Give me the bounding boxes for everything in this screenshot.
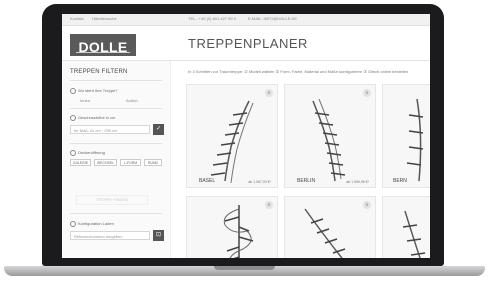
step-1-icon <box>70 88 76 94</box>
laptop-screen: Kontakt Händlersuche TEL.: +49 (0) 601 4… <box>62 14 430 258</box>
chip-l-form[interactable]: L-FORM <box>120 159 141 166</box>
question-load-config: Konfiguration Laden <box>70 221 114 227</box>
logo-underline <box>76 52 130 53</box>
zoom-icon[interactable]: ⌕ <box>265 201 273 209</box>
stair-illustration-berlin <box>312 98 346 182</box>
option-inside[interactable]: Innen <box>80 98 90 103</box>
product-card-basel[interactable]: ⌕ BASEL ab 1.067,00 €* <box>186 84 278 188</box>
product-card[interactable]: ⌕ <box>284 196 376 258</box>
intro-steps-text: In 3 Schritten zur Traumtreppe: ① Modell… <box>188 69 409 74</box>
product-name: BERN <box>393 178 407 184</box>
filter-sidebar: TREPPEN FILTERN Wo steht Ihre Treppe? In… <box>62 61 171 258</box>
step-3-icon <box>70 150 76 156</box>
floor-height-confirm-button[interactable]: ✓ <box>153 124 164 135</box>
sidebar-divider <box>70 143 162 144</box>
question-location: Wo steht Ihre Treppe? <box>70 88 118 94</box>
product-price: ab 1.067,00 €* <box>248 180 271 184</box>
chip-rund[interactable]: RUND <box>144 159 162 166</box>
topbar-link-contact[interactable]: Kontakt <box>70 16 84 21</box>
filter-title: TREPPEN FILTERN <box>70 69 128 75</box>
product-name: BASEL <box>199 178 216 184</box>
zoom-icon[interactable]: ⌕ <box>363 201 371 209</box>
zoom-icon[interactable]: ⌕ <box>265 89 273 97</box>
dolle-logo[interactable]: DOLLE <box>70 34 136 56</box>
reference-number-input[interactable]: Referenznummer eingeben <box>70 231 150 240</box>
product-name: BERLIN <box>297 178 316 184</box>
chip-wechsel[interactable]: WECHSEL <box>94 159 117 166</box>
laptop-notch <box>214 266 275 270</box>
product-card-bern[interactable]: BERN <box>382 84 430 188</box>
topbar-link-dealer[interactable]: Händlersuche <box>92 16 117 21</box>
stair-illustration-bern <box>406 98 424 182</box>
sidebar-divider <box>70 213 162 214</box>
floor-height-input[interactable]: Ihr Maß: 0x cm - 299 cm <box>70 125 150 134</box>
question-floor-height: Geschosshöhe in cm <box>70 115 115 121</box>
stair-illustration <box>402 210 426 258</box>
zoom-icon[interactable]: ⌕ <box>363 89 371 97</box>
load-config-button[interactable]: ⊡ <box>153 230 164 241</box>
product-card-berlin[interactable]: ⌕ BERLIN ab 1.959,95 €* <box>284 84 376 188</box>
question-ceiling-opening: Deckenöffnung <box>70 150 105 156</box>
product-price: ab 1.959,95 €* <box>346 180 369 184</box>
topbar-phone: TEL.: +49 (0) 601 427 99 0 <box>188 16 236 21</box>
chip-galerie[interactable]: GALERIE <box>70 159 91 166</box>
product-card[interactable] <box>382 196 430 258</box>
page-title: TREPPENPLANER <box>188 36 308 51</box>
product-card[interactable]: ⌕ <box>186 196 278 258</box>
sidebar-divider <box>70 108 162 109</box>
top-bar: Kontakt Händlersuche TEL.: +49 (0) 601 4… <box>62 14 430 26</box>
step-2-icon <box>70 115 76 121</box>
step-4-icon <box>70 221 76 227</box>
sidebar-divider <box>70 80 162 81</box>
option-outside[interactable]: Außen <box>126 98 138 103</box>
stair-illustration-basel <box>210 100 254 184</box>
find-stairs-button[interactable]: TREPPE FINDEN <box>76 195 148 205</box>
topbar-email[interactable]: E-MAIL: INFO@DOLLE.DE <box>248 16 297 21</box>
